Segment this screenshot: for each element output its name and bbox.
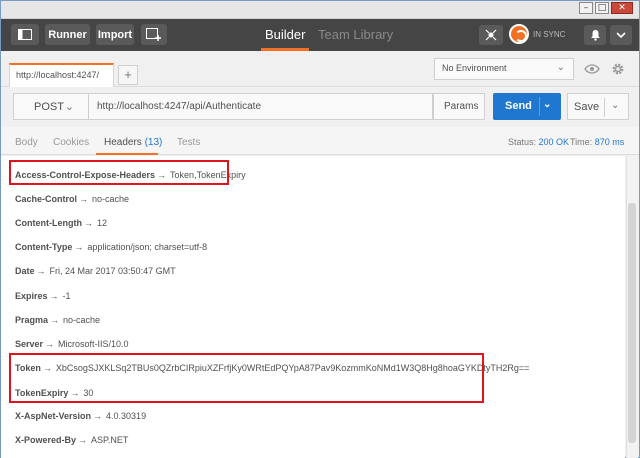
- header-value: 4.0.30319: [106, 411, 147, 421]
- header-value: no-cache: [63, 315, 101, 325]
- title-bar: – □ ✕: [1, 1, 639, 19]
- header-value: no-cache: [92, 194, 130, 204]
- header-value: -1: [62, 291, 71, 301]
- chevron-down-icon[interactable]: ⌄: [543, 99, 551, 110]
- chevron-down-icon[interactable]: ⌄: [611, 100, 619, 111]
- header-value: ASP.NET: [91, 435, 129, 445]
- chevron-down-icon: [616, 31, 626, 38]
- toggle-sidebar-button[interactable]: [11, 24, 39, 45]
- header-row: Cache-Control → no-cache: [15, 194, 129, 204]
- eye-icon: [584, 64, 600, 74]
- header-value: Microsoft-IIS/10.0: [58, 339, 129, 349]
- satellite-icon: [485, 29, 497, 41]
- notifications-button[interactable]: [584, 25, 606, 45]
- active-tab-indicator: [96, 153, 158, 155]
- manage-environments-button[interactable]: [607, 58, 629, 80]
- arrow-icon: →: [45, 339, 55, 349]
- sidebar-icon: [18, 29, 32, 40]
- url-input[interactable]: http://localhost:4247/api/Authenticate: [89, 93, 433, 120]
- time-value: 870 ms: [594, 137, 625, 147]
- tab-builder[interactable]: Builder: [260, 19, 310, 51]
- time-label: Time:: [570, 137, 593, 147]
- scrollbar-thumb[interactable]: [628, 203, 636, 443]
- gear-icon: [612, 63, 624, 75]
- tab-headers[interactable]: Headers (13): [104, 137, 162, 148]
- save-divider: [604, 98, 605, 117]
- send-divider: [539, 97, 540, 116]
- arrow-icon: →: [50, 315, 60, 325]
- tab-team-library[interactable]: Team Library: [318, 19, 393, 51]
- send-button[interactable]: Send ⌄: [493, 93, 561, 120]
- header-row: Expires → -1: [15, 291, 71, 301]
- arrow-icon: →: [36, 266, 46, 276]
- bell-icon: [590, 30, 600, 41]
- header-value: Fri, 24 Mar 2017 03:50:47 GMT: [49, 266, 176, 276]
- import-button[interactable]: Import: [96, 24, 134, 45]
- header-key: Server: [15, 339, 44, 349]
- arrow-icon: →: [74, 242, 84, 252]
- settings-menu-button[interactable]: [610, 25, 632, 45]
- header-key: Expires: [15, 291, 48, 301]
- top-toolbar: Runner Import Builder Team Library IN SY…: [1, 19, 639, 51]
- arrow-icon: →: [83, 218, 93, 228]
- tab-tests[interactable]: Tests: [177, 137, 200, 148]
- tab-headers-label: Headers: [104, 137, 142, 148]
- tab-body[interactable]: Body: [15, 137, 38, 148]
- headers-count: (13): [144, 137, 163, 148]
- tab-cookies[interactable]: Cookies: [53, 137, 89, 148]
- arrow-icon: →: [93, 411, 103, 421]
- window-controls: – □ ✕: [579, 2, 633, 14]
- highlight-box-expose-headers: [9, 160, 229, 185]
- method-select[interactable]: POST ⌄: [13, 93, 89, 120]
- interceptor-button[interactable]: [479, 25, 503, 45]
- header-key: Cache-Control: [15, 194, 78, 204]
- arrow-icon: →: [79, 194, 89, 204]
- new-window-button[interactable]: [141, 24, 167, 45]
- chevron-down-icon: ⌄: [64, 101, 74, 113]
- header-key: Content-Type: [15, 242, 73, 252]
- header-row: Content-Type → application/json; charset=u…: [15, 242, 207, 252]
- header-row: X-AspNet-Version → 4.0.30319: [15, 411, 146, 421]
- header-value: application/json; charset=utf-8: [87, 242, 208, 252]
- app-window: – □ ✕ Runner Import Builder Team Library…: [0, 0, 640, 458]
- environment-selected-label: No Environment: [442, 63, 507, 73]
- close-icon[interactable]: ✕: [611, 2, 633, 14]
- header-row: Pragma → no-cache: [15, 315, 100, 325]
- header-value: 12: [96, 218, 107, 228]
- save-button[interactable]: Save ⌄: [567, 93, 629, 120]
- header-key: Date: [15, 266, 35, 276]
- save-label: Save: [574, 101, 600, 113]
- header-row: Server → Microsoft-IIS/10.0: [15, 339, 129, 349]
- add-tab-button[interactable]: +: [118, 65, 138, 85]
- environment-select[interactable]: No Environment ⌄: [434, 58, 574, 80]
- sync-status: IN SYNC: [533, 30, 566, 39]
- runner-button[interactable]: Runner: [45, 24, 90, 45]
- chevron-down-icon: ⌄: [556, 62, 565, 73]
- status-value: 200 OK: [538, 137, 570, 147]
- sync-icon[interactable]: [509, 24, 529, 44]
- send-label: Send: [505, 100, 532, 112]
- header-row: Date → Fri, 24 Mar 2017 03:50:47 GMT: [15, 266, 176, 276]
- header-row: X-Powered-By → ASP.NET: [15, 435, 128, 445]
- response-status: Status: 200 OK: [508, 137, 569, 147]
- arrow-icon: →: [49, 291, 59, 301]
- response-time: Time: 870 ms: [570, 137, 624, 147]
- maximize-icon[interactable]: □: [595, 2, 609, 14]
- request-tab[interactable]: http://localhost:4247/: [9, 63, 114, 87]
- method-label: POST: [34, 101, 64, 113]
- header-key: X-AspNet-Version: [15, 411, 92, 421]
- params-button[interactable]: Params: [433, 93, 485, 120]
- header-row: Content-Length → 12: [15, 218, 107, 228]
- highlight-box-token: [9, 353, 484, 403]
- new-window-icon: [146, 28, 161, 41]
- header-key: Content-Length: [15, 218, 82, 228]
- status-label: Status:: [508, 137, 537, 147]
- header-key: Pragma: [15, 315, 49, 325]
- environment-quick-look-button[interactable]: [581, 58, 603, 80]
- header-key: X-Powered-By: [15, 435, 77, 445]
- arrow-icon: →: [78, 435, 88, 445]
- minimize-icon[interactable]: –: [579, 2, 593, 14]
